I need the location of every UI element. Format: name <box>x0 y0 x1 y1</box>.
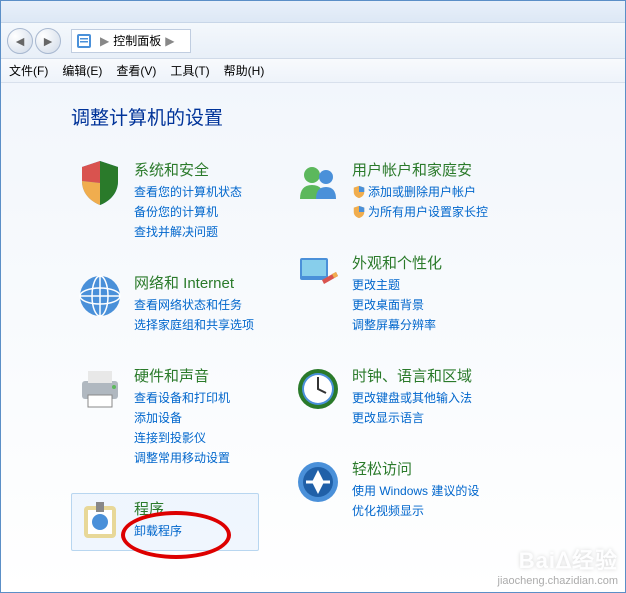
category-link[interactable]: 添加设备 <box>134 409 230 426</box>
category-link[interactable]: 优化视频显示 <box>352 502 479 519</box>
menu-tools[interactable]: 工具(T) <box>170 62 209 79</box>
navbar: ◄ ► ▶ 控制面板 ▶ <box>1 23 625 59</box>
breadcrumb-label: 控制面板 <box>113 32 161 49</box>
category-network: 网络和 Internet 查看网络状态和任务 选择家庭组和共享选项 <box>71 267 259 338</box>
menu-help[interactable]: 帮助(H) <box>224 62 265 79</box>
category-title[interactable]: 程序 <box>134 498 182 519</box>
menu-edit[interactable]: 编辑(E) <box>62 62 102 79</box>
category-ease-access: 轻松访问 使用 Windows 建议的设 优化视频显示 <box>289 453 493 524</box>
users-icon <box>294 159 342 207</box>
category-link[interactable]: 更改主题 <box>352 276 442 293</box>
uac-shield-icon <box>352 185 366 199</box>
programs-icon <box>76 498 124 546</box>
category-title[interactable]: 网络和 Internet <box>134 272 254 293</box>
category-link[interactable]: 使用 Windows 建议的设 <box>352 482 479 499</box>
menubar: 文件(F) 编辑(E) 查看(V) 工具(T) 帮助(H) <box>1 59 625 83</box>
category-title[interactable]: 用户帐户和家庭安 <box>352 159 488 180</box>
page-title: 调整计算机的设置 <box>71 103 625 130</box>
category-link[interactable]: 查看您的计算机状态 <box>134 183 242 200</box>
menu-file[interactable]: 文件(F) <box>9 62 48 79</box>
control-panel-icon <box>76 33 92 49</box>
uninstall-program-link[interactable]: 卸载程序 <box>134 522 182 539</box>
category-link[interactable]: 调整常用移动设置 <box>134 449 230 466</box>
category-link[interactable]: 备份您的计算机 <box>134 203 242 220</box>
menu-view[interactable]: 查看(V) <box>116 62 156 79</box>
category-title[interactable]: 系统和安全 <box>134 159 242 180</box>
category-link[interactable]: 更改显示语言 <box>352 409 472 426</box>
forward-button[interactable]: ► <box>35 28 61 54</box>
category-title[interactable]: 硬件和声音 <box>134 365 230 386</box>
breadcrumb-after: ▶ <box>165 34 174 48</box>
category-link[interactable]: 查找并解决问题 <box>134 223 242 240</box>
back-button[interactable]: ◄ <box>7 28 33 54</box>
breadcrumb[interactable]: ▶ 控制面板 ▶ <box>71 29 191 53</box>
titlebar <box>1 1 625 23</box>
clock-icon <box>294 365 342 413</box>
category-programs[interactable]: 程序 卸载程序 <box>71 493 259 551</box>
breadcrumb-sep: ▶ <box>100 34 109 48</box>
category-hardware: 硬件和声音 查看设备和打印机 添加设备 连接到投影仪 调整常用移动设置 <box>71 360 259 471</box>
category-link[interactable]: 选择家庭组和共享选项 <box>134 316 254 333</box>
category-link[interactable]: 查看设备和打印机 <box>134 389 230 406</box>
category-title[interactable]: 时钟、语言和区域 <box>352 365 472 386</box>
shield-icon <box>76 159 124 207</box>
left-column: 系统和安全 查看您的计算机状态 备份您的计算机 查找并解决问题 网络和 Inte… <box>71 154 259 551</box>
category-link[interactable]: 更改桌面背景 <box>352 296 442 313</box>
category-title[interactable]: 轻松访问 <box>352 458 479 479</box>
uac-shield-icon <box>352 205 366 219</box>
category-users: 用户帐户和家庭安 添加或删除用户帐户 为所有用户设置家长控 <box>289 154 493 225</box>
category-link[interactable]: 查看网络状态和任务 <box>134 296 254 313</box>
appearance-icon <box>294 252 342 300</box>
category-link[interactable]: 连接到投影仪 <box>134 429 230 446</box>
category-link[interactable]: 为所有用户设置家长控 <box>352 203 488 220</box>
category-system-security: 系统和安全 查看您的计算机状态 备份您的计算机 查找并解决问题 <box>71 154 259 245</box>
category-title[interactable]: 外观和个性化 <box>352 252 442 273</box>
category-appearance: 外观和个性化 更改主题 更改桌面背景 调整屏幕分辨率 <box>289 247 493 338</box>
category-clock: 时钟、语言和区域 更改键盘或其他输入法 更改显示语言 <box>289 360 493 431</box>
category-link[interactable]: 添加或删除用户帐户 <box>352 183 488 200</box>
globe-icon <box>76 272 124 320</box>
content: 调整计算机的设置 系统和安全 查看您的计算机状态 备份您的计算机 查找并解决问题… <box>1 83 625 592</box>
printer-icon <box>76 365 124 413</box>
right-column: 用户帐户和家庭安 添加或删除用户帐户 为所有用户设置家长控 外观和个性化 更改主… <box>289 154 493 551</box>
category-link[interactable]: 调整屏幕分辨率 <box>352 316 442 333</box>
category-link[interactable]: 更改键盘或其他输入法 <box>352 389 472 406</box>
ease-access-icon <box>294 458 342 506</box>
